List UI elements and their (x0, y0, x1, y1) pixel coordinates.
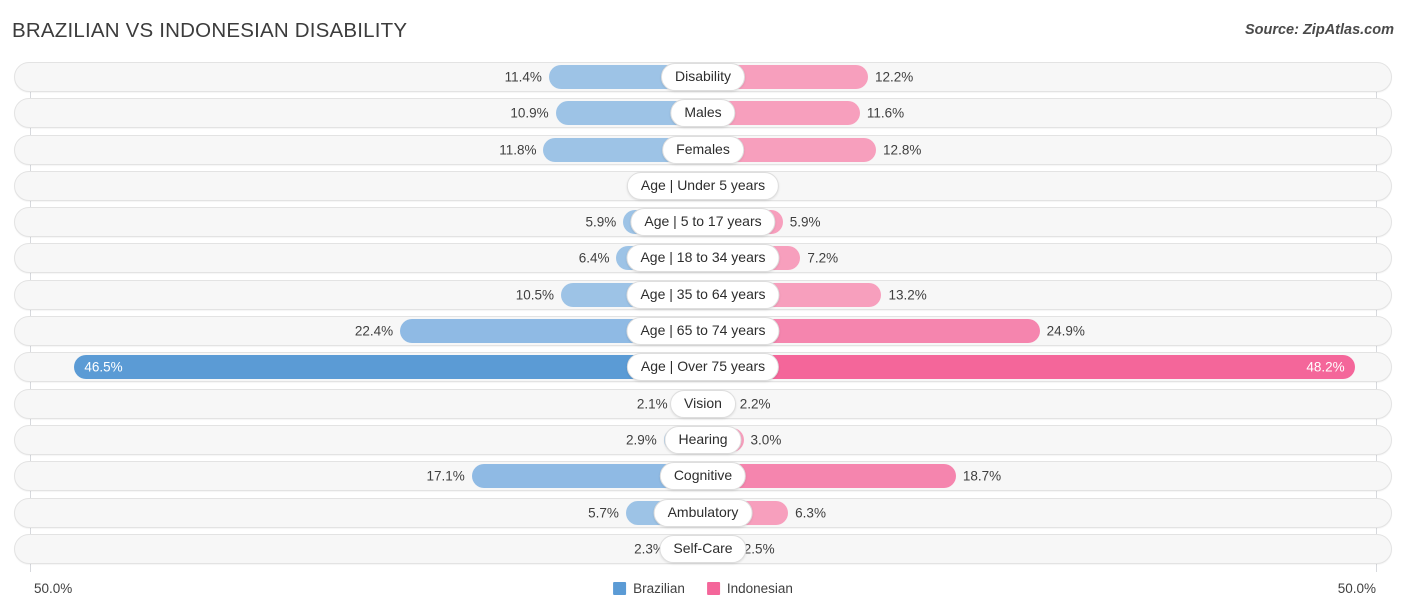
value-label-brazilian: 10.5% (515, 287, 555, 303)
value-label-brazilian: 46.5% (84, 359, 123, 375)
value-label-indonesian: 18.7% (962, 468, 1002, 484)
legend-swatch-icon (613, 582, 627, 595)
value-label-brazilian: 5.9% (585, 214, 617, 230)
chart-header: BRAZILIAN VS INDONESIAN DISABILITY Sourc… (0, 0, 1406, 62)
category-label[interactable]: Age | Over 75 years (626, 353, 780, 382)
value-label-indonesian: 24.9% (1046, 323, 1085, 339)
chart-plot-area: 11.4% 12.2% Disability 10.9% 11.6% Males 11.8%… (0, 62, 1406, 572)
chart-footer: 50.0% 50.0% Brazilian Indonesian (0, 572, 1406, 612)
table-row[interactable]: 17.1% 18.7% Cognitive (14, 461, 1392, 492)
table-row[interactable]: 2.9% 3.0% Hearing (14, 424, 1392, 455)
value-label-indonesian: 6.3% (795, 505, 826, 521)
value-label-indonesian: 2.5% (743, 541, 775, 557)
category-label[interactable]: Age | 18 to 34 years (626, 244, 780, 273)
bar-indonesian (703, 355, 1355, 380)
table-row[interactable]: 2.3% 2.5% Self-Care (14, 533, 1392, 564)
category-label[interactable]: Age | 35 to 64 years (626, 280, 780, 309)
value-label-indonesian: 12.2% (874, 69, 914, 85)
bar-brazilian (74, 355, 703, 380)
value-label-indonesian: 11.6% (866, 105, 905, 121)
value-label-indonesian: 5.9% (789, 214, 821, 230)
value-label-brazilian: 5.7% (588, 505, 619, 521)
legend-label: Indonesian (726, 581, 793, 596)
bar-row-list: 11.4% 12.2% Disability 10.9% 11.6% Males 11.8%… (0, 62, 1406, 570)
category-label[interactable]: Females (662, 135, 744, 164)
legend-swatch-icon (706, 582, 720, 595)
category-label[interactable]: Cognitive (659, 462, 747, 491)
value-label-indonesian: 48.2% (1306, 359, 1345, 375)
category-label[interactable]: Age | Under 5 years (626, 171, 780, 200)
table-row[interactable]: 11.4% 12.2% Disability (14, 62, 1392, 92)
value-label-indonesian: 13.2% (888, 287, 927, 303)
table-row[interactable]: 10.5% 13.2% Age | 35 to 64 years (14, 279, 1392, 310)
table-row[interactable]: 2.1% 2.2% Vision (14, 388, 1392, 419)
value-label-indonesian: 7.2% (807, 250, 839, 266)
category-label[interactable]: Vision (670, 389, 736, 418)
table-row[interactable]: 46.5% 48.2% Age | Over 75 years (14, 352, 1392, 383)
value-label-brazilian: 11.8% (499, 142, 537, 158)
value-label-indonesian: 12.8% (883, 142, 922, 158)
value-label-indonesian: 3.0% (750, 432, 782, 448)
value-label-indonesian: 2.2% (739, 396, 771, 412)
category-label[interactable]: Males (670, 99, 736, 128)
table-row[interactable]: 22.4% 24.9% Age | 65 to 74 years (14, 316, 1392, 347)
legend-item[interactable]: Brazilian (613, 581, 685, 596)
value-label-brazilian: 22.4% (354, 323, 394, 339)
category-label[interactable]: Age | 65 to 74 years (626, 317, 780, 346)
axis-label-left: 50.0% (34, 581, 73, 596)
table-row[interactable]: 11.8% 12.8% Females (14, 134, 1392, 165)
value-label-brazilian: 2.9% (626, 432, 657, 448)
table-row[interactable]: 1.5%1.2%Age | Under 5 years (14, 170, 1392, 201)
value-label-brazilian: 2.1% (636, 396, 668, 412)
page-title: BRAZILIAN VS INDONESIAN DISABILITY (12, 19, 408, 42)
category-label[interactable]: Hearing (664, 425, 742, 454)
category-label[interactable]: Disability (660, 63, 746, 91)
value-label-brazilian: 10.9% (510, 105, 549, 121)
source-attribution: Source: ZipAtlas.com (1244, 22, 1394, 38)
value-label-brazilian: 6.4% (578, 250, 610, 266)
table-row[interactable]: 5.7% 6.3% Ambulatory (14, 497, 1392, 528)
legend-label: Brazilian (633, 581, 685, 596)
legend-item[interactable]: Indonesian (706, 581, 793, 596)
category-label[interactable]: Age | 5 to 17 years (630, 208, 776, 237)
value-label-brazilian: 17.1% (426, 468, 465, 484)
category-label[interactable]: Ambulatory (653, 498, 753, 527)
category-label[interactable]: Self-Care (659, 534, 747, 563)
chart-legend: Brazilian Indonesian (613, 581, 793, 596)
table-row[interactable]: 10.9% 11.6% Males (14, 98, 1392, 129)
value-label-brazilian: 11.4% (504, 69, 542, 85)
axis-label-right: 50.0% (1337, 581, 1376, 596)
table-row[interactable]: 5.9% 5.9% Age | 5 to 17 years (14, 207, 1392, 238)
table-row[interactable]: 6.4% 7.2% Age | 18 to 34 years (14, 243, 1392, 274)
